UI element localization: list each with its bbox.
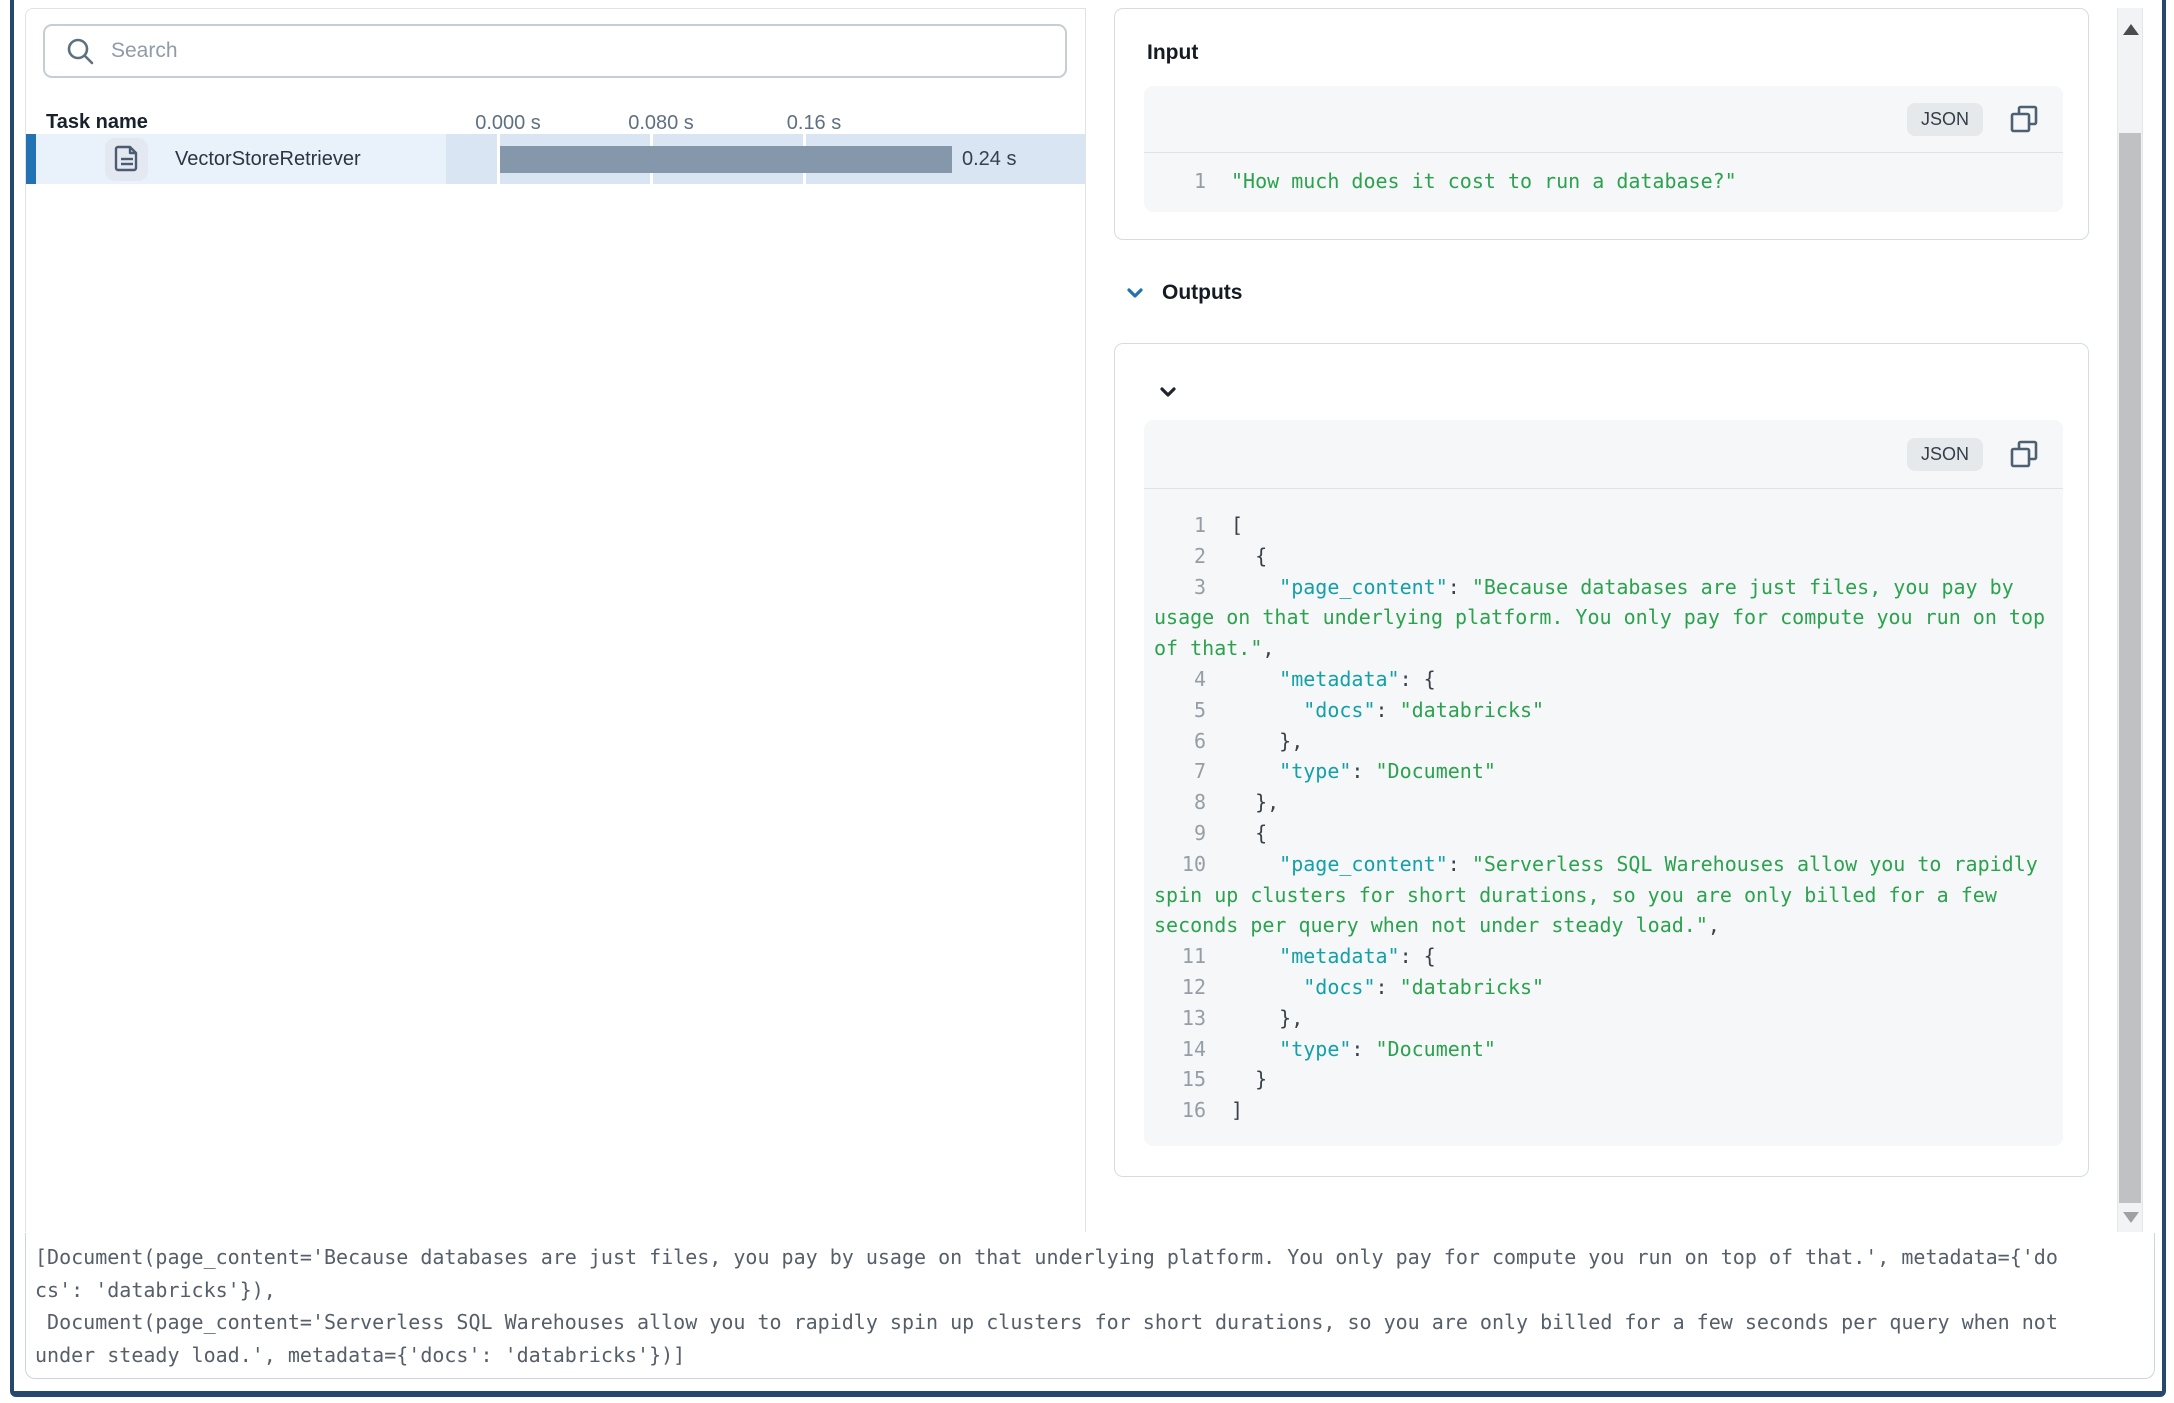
task-duration-bar[interactable] bbox=[500, 146, 952, 173]
outputs-json-viewer: JSON 1[2 {3 "page_content": "Because dat… bbox=[1144, 420, 2063, 1146]
line-number: 3 bbox=[1154, 572, 1206, 603]
code-line: 4 "metadata": { bbox=[1144, 664, 2063, 695]
outputs-section-title: Outputs bbox=[1162, 281, 1242, 305]
code-line: 5 "docs": "databricks" bbox=[1144, 695, 2063, 726]
code-line: spin up clusters for short durations, so… bbox=[1144, 880, 2063, 911]
line-number: 15 bbox=[1154, 1064, 1206, 1095]
input-json-viewer: JSON 1"How much does it cost to run a da… bbox=[1144, 86, 2063, 212]
code-line: 3 "page_content": "Because databases are… bbox=[1144, 572, 2063, 603]
task-icon-box bbox=[105, 138, 148, 181]
code-line: 12 "docs": "databricks" bbox=[1144, 972, 2063, 1003]
code-line: 10 "page_content": "Serverless SQL Wareh… bbox=[1144, 849, 2063, 880]
json-format-badge[interactable]: JSON bbox=[1907, 103, 1983, 136]
code-line: usage on that underlying platform. You o… bbox=[1144, 602, 2063, 633]
task-name-label: VectorStoreRetriever bbox=[175, 134, 361, 184]
code-line: 2 { bbox=[1144, 541, 2063, 572]
line-number: 10 bbox=[1154, 849, 1206, 880]
code-line: 14 "type": "Document" bbox=[1144, 1034, 2063, 1065]
input-card: Input JSON 1"How much does it cost to ru… bbox=[1114, 8, 2089, 240]
line-number: 4 bbox=[1154, 664, 1206, 695]
line-number: 14 bbox=[1154, 1034, 1206, 1065]
raw-output-text: [Document(page_content='Because database… bbox=[26, 1233, 2154, 1371]
code-line: 6 }, bbox=[1144, 726, 2063, 757]
input-code-block: 1"How much does it cost to run a databas… bbox=[1144, 153, 2063, 197]
line-number: 2 bbox=[1154, 541, 1206, 572]
outputs-card: JSON 1[2 {3 "page_content": "Because dat… bbox=[1114, 343, 2089, 1177]
copy-icon bbox=[2009, 439, 2039, 469]
json-format-badge[interactable]: JSON bbox=[1907, 438, 1983, 471]
input-json-toolbar: JSON bbox=[1144, 86, 2063, 153]
time-tick-1: 0.080 s bbox=[628, 112, 694, 135]
raw-output-box: [Document(page_content='Because database… bbox=[25, 1233, 2155, 1379]
raw-output-line: Document(page_content='Serverless SQL Wa… bbox=[26, 1306, 2154, 1339]
line-number: 1 bbox=[1154, 510, 1206, 541]
task-duration-label: 0.24 s bbox=[962, 134, 1016, 184]
line-number: 1 bbox=[1154, 166, 1206, 197]
task-row-vectorstoreretriever[interactable]: VectorStoreRetriever 0.24 s bbox=[26, 134, 1085, 184]
line-number: 9 bbox=[1154, 818, 1206, 849]
input-section-title: Input bbox=[1147, 41, 1198, 65]
raw-output-line: under steady load.', metadata={'docs': '… bbox=[26, 1339, 2154, 1372]
code-line: 7 "type": "Document" bbox=[1144, 756, 2063, 787]
document-icon bbox=[114, 145, 140, 175]
copy-button[interactable] bbox=[2009, 104, 2039, 134]
outputs-code-block: 1[2 {3 "page_content": "Because database… bbox=[1144, 489, 2063, 1126]
code-line: 13 }, bbox=[1144, 1003, 2063, 1034]
scrollbar-thumb[interactable] bbox=[2119, 133, 2141, 1203]
line-number: 13 bbox=[1154, 1003, 1206, 1034]
task-name-column-header: Task name bbox=[46, 111, 148, 134]
outputs-section-header[interactable]: Outputs bbox=[1125, 280, 1242, 306]
outputs-json-toolbar: JSON bbox=[1144, 420, 2063, 489]
chevron-down-icon[interactable] bbox=[1158, 382, 1178, 402]
line-number: 7 bbox=[1154, 756, 1206, 787]
line-number: 6 bbox=[1154, 726, 1206, 757]
task-timeline-panel: Task name 0.000 s 0.080 s 0.16 s VectorS… bbox=[25, 8, 1086, 1232]
code-line: 8 }, bbox=[1144, 787, 2063, 818]
code-line: 16] bbox=[1144, 1095, 2063, 1126]
vertical-scrollbar[interactable] bbox=[2117, 8, 2143, 1232]
line-number: 16 bbox=[1154, 1095, 1206, 1126]
code-line: 1"How much does it cost to run a databas… bbox=[1144, 166, 2063, 197]
raw-output-line: [Document(page_content='Because database… bbox=[26, 1241, 2154, 1274]
scrollbar-down-arrow[interactable] bbox=[2123, 1212, 2139, 1223]
trace-viewer-page: Task name 0.000 s 0.080 s 0.16 s VectorS… bbox=[0, 0, 2174, 1403]
code-line: seconds per query when not under steady … bbox=[1144, 910, 2063, 941]
code-line: 11 "metadata": { bbox=[1144, 941, 2063, 972]
line-number: 8 bbox=[1154, 787, 1206, 818]
line-number: 5 bbox=[1154, 695, 1206, 726]
chevron-down-icon[interactable] bbox=[1125, 283, 1145, 303]
code-line: 9 { bbox=[1144, 818, 2063, 849]
search-box[interactable] bbox=[43, 24, 1067, 78]
code-line: 1[ bbox=[1144, 510, 2063, 541]
search-icon bbox=[65, 36, 95, 66]
time-tick-2: 0.16 s bbox=[787, 112, 841, 135]
search-input[interactable] bbox=[109, 38, 1065, 64]
time-tick-0: 0.000 s bbox=[475, 112, 541, 135]
selected-row-accent bbox=[26, 134, 36, 184]
code-line: of that.", bbox=[1144, 633, 2063, 664]
line-number: 12 bbox=[1154, 972, 1206, 1003]
copy-button[interactable] bbox=[2009, 439, 2039, 469]
line-number: 11 bbox=[1154, 941, 1206, 972]
scrollbar-up-arrow[interactable] bbox=[2123, 24, 2139, 35]
copy-icon bbox=[2009, 104, 2039, 134]
raw-output-line: cs': 'databricks'}), bbox=[26, 1274, 2154, 1307]
code-line: 15 } bbox=[1144, 1064, 2063, 1095]
